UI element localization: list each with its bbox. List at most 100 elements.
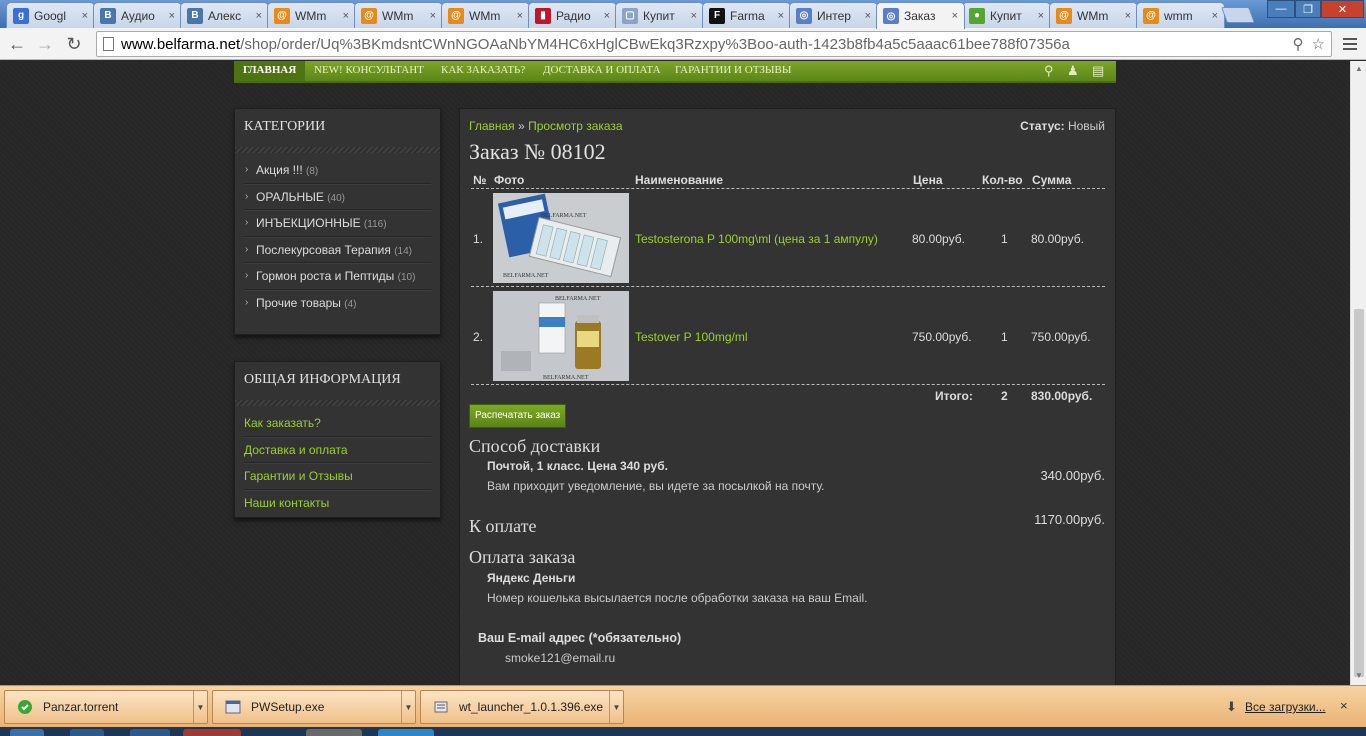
browser-tab[interactable]: g Googl × [6, 2, 95, 28]
taskbar-app[interactable] [306, 729, 362, 736]
browser-tab[interactable]: ▮ Радио × [528, 2, 617, 28]
total-label: Итого: [935, 389, 973, 403]
info-link-guarantees[interactable]: Гарантии и Отзывы [244, 463, 431, 490]
product-name-link[interactable]: Testosterona P 100mg\ml (цена за 1 ампул… [635, 232, 878, 246]
browser-tab[interactable]: В Алекс × [180, 2, 269, 28]
info-link-contacts[interactable]: Наши контакты [244, 490, 431, 517]
info-title: ОБЩАЯ ИНФОРМАЦИЯ [244, 372, 401, 387]
breadcrumb-current[interactable]: Просмотр заказа [528, 119, 623, 133]
chevron-down-icon[interactable]: ▼ [401, 691, 415, 723]
tab-close-icon[interactable]: × [778, 10, 784, 22]
category-item[interactable]: › Гормон роста и Пептиды (10) [244, 263, 431, 290]
scroll-up-icon[interactable]: ▲ [1355, 64, 1363, 73]
user-icon[interactable]: ♟ [1067, 63, 1079, 79]
forward-icon[interactable]: → [34, 33, 56, 55]
status-label: Статус: [1020, 119, 1065, 133]
tab-close-icon[interactable]: × [604, 10, 610, 22]
tab-favicon-icon: @ [448, 7, 464, 24]
category-label: Гормон роста и Пептиды [256, 269, 395, 283]
download-item[interactable]: wt_launcher_1.0.1.396.exe ▼ [420, 690, 624, 724]
tab-close-icon[interactable]: × [691, 10, 697, 22]
browser-tab[interactable]: В Аудио × [93, 2, 182, 28]
reload-icon[interactable]: ↻ [63, 33, 85, 55]
nav-how-to-order[interactable]: КАК ЗАКАЗАТЬ? [441, 61, 525, 81]
info-block: ОБЩАЯ ИНФОРМАЦИЯ Как заказать? Доставка … [234, 361, 441, 518]
category-item[interactable]: › ИНЪЕКЦИОННЫЕ (116) [244, 210, 431, 237]
taskbar-app[interactable] [378, 729, 434, 736]
minimize-icon[interactable]: — [1267, 0, 1295, 18]
info-link-how-to-order[interactable]: Как заказать? [244, 410, 431, 437]
browser-tab[interactable]: @ wmm × [1136, 2, 1225, 28]
browser-tab[interactable]: ◎ Заказ × [876, 2, 965, 29]
tab-close-icon[interactable]: × [430, 10, 436, 22]
chevron-down-icon[interactable]: ▼ [193, 691, 207, 723]
tab-close-icon[interactable]: × [952, 10, 958, 22]
tab-close-icon[interactable]: × [517, 10, 523, 22]
browser-tab[interactable]: F Farma × [702, 2, 791, 28]
nav-consultant[interactable]: NEW! КОНСУЛЬТАНТ [314, 61, 424, 81]
browser-tab[interactable]: ● Купит × [962, 2, 1051, 28]
back-icon[interactable]: ← [6, 33, 28, 55]
browser-tab[interactable]: @ WMm × [267, 2, 356, 28]
product-photo[interactable]: BELFARMA.NET BELFARMA.NET [493, 193, 629, 283]
tab-favicon-icon: F [709, 7, 725, 24]
browser-tab[interactable]: ▢ Купит × [615, 2, 704, 28]
tab-close-icon[interactable]: × [1038, 10, 1044, 22]
address-bar[interactable]: www.belfarma.net/shop/order/Uq%3BKmdsntC… [96, 31, 1332, 57]
browser-tab[interactable]: @ WMm × [441, 2, 530, 28]
category-item[interactable]: › Послекурсовая Терапия (14) [244, 237, 431, 263]
tab-title: Интер [817, 8, 851, 23]
nav-delivery[interactable]: ДОСТАВКА И ОПЛАТА [543, 61, 661, 81]
page-scrollbar[interactable]: ▲ ▼ [1350, 61, 1366, 685]
download-item[interactable]: PWSetup.exe ▼ [212, 690, 416, 724]
product-photo[interactable]: BELFARMA.NET BELFARMA.NET [493, 291, 629, 381]
order-status: Статус: Новый [1020, 119, 1105, 133]
close-icon[interactable]: × [1340, 698, 1348, 713]
chrome-menu-icon[interactable] [1340, 34, 1360, 54]
print-order-button[interactable]: Распечатать заказ [469, 404, 567, 428]
tab-favicon-icon: ● [969, 7, 985, 24]
product-name-link[interactable]: Testover P 100mg/ml [635, 330, 748, 344]
browser-tab[interactable]: @ WMm × [354, 2, 443, 28]
tab-close-icon[interactable]: × [82, 10, 88, 22]
restore-icon[interactable]: ❐ [1295, 0, 1321, 18]
scrollbar-thumb[interactable] [1354, 309, 1364, 677]
download-item[interactable]: Panzar.torrent ▼ [4, 690, 208, 724]
chevron-right-icon: › [245, 190, 249, 202]
tab-title: Алекс [208, 8, 242, 23]
tab-close-icon[interactable]: × [256, 10, 262, 22]
category-item[interactable]: › Прочие товары (4) [244, 290, 431, 317]
tab-close-icon[interactable]: × [169, 10, 175, 22]
breadcrumb-home[interactable]: Главная [469, 119, 515, 133]
tab-title: wmm [1164, 8, 1193, 23]
tab-favicon-icon: В [187, 7, 203, 24]
close-window-icon[interactable]: ✕ [1321, 0, 1364, 18]
nav-guarantees[interactable]: ГАРАНТИИ И ОТЗЫВЫ [675, 61, 791, 81]
tab-close-icon[interactable]: × [865, 10, 871, 22]
nav-home[interactable]: ГЛАВНАЯ [234, 61, 306, 81]
row-qty: 1 [1001, 330, 1008, 344]
scroll-down-icon[interactable]: ▼ [1355, 671, 1363, 680]
taskbar-app[interactable] [183, 729, 241, 736]
browser-tab[interactable]: ◎ Интер × [789, 2, 878, 28]
tab-close-icon[interactable]: × [343, 10, 349, 22]
tab-close-icon[interactable]: × [1125, 10, 1131, 22]
taskbar-app[interactable] [130, 729, 170, 736]
all-downloads-link[interactable]: Все загрузки... [1245, 700, 1326, 714]
category-item[interactable]: › Акция !!! (8) [244, 157, 431, 184]
browser-tab[interactable]: @ WMm × [1049, 2, 1138, 28]
zoom-icon[interactable]: ⚲ [1293, 35, 1304, 53]
bookmark-star-icon[interactable]: ☆ [1312, 35, 1325, 53]
new-tab-button[interactable] [1221, 7, 1255, 23]
chevron-down-icon[interactable]: ▼ [609, 691, 623, 723]
chevron-right-icon: › [245, 270, 249, 281]
cart-icon[interactable]: ▤ [1092, 63, 1104, 79]
info-link-delivery[interactable]: Доставка и оплата [244, 437, 431, 463]
taskbar-start[interactable] [10, 729, 44, 736]
photo-watermark: BELFARMA.NET [555, 296, 601, 302]
taskbar-app[interactable] [70, 729, 104, 736]
category-item[interactable]: › ОРАЛЬНЫЕ (40) [244, 184, 431, 210]
search-icon[interactable]: ⚲ [1044, 63, 1054, 79]
tab-close-icon[interactable]: × [1212, 10, 1218, 22]
tab-title: Farma [730, 8, 765, 23]
